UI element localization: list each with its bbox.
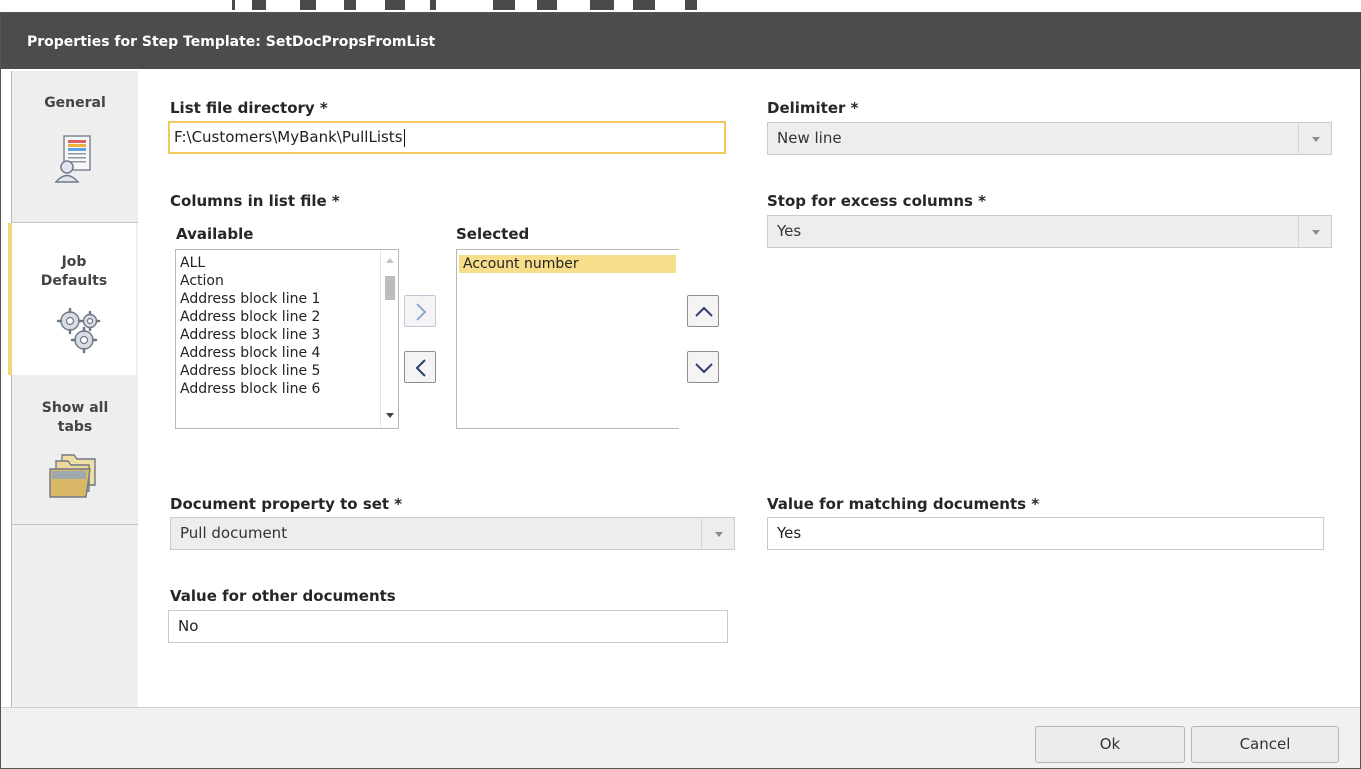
list-item[interactable]: ALL: [176, 254, 398, 272]
other-value-input[interactable]: No: [168, 610, 728, 643]
chevron-down-icon: [1298, 123, 1331, 154]
app-toolbar-strip: [0, 0, 1361, 12]
chevron-right-icon: [416, 303, 427, 321]
scroll-up-icon[interactable]: [386, 258, 394, 263]
chevron-left-icon: [415, 359, 426, 377]
other-value-label: Value for other documents: [170, 587, 396, 605]
available-columns-list[interactable]: ALL Action Address block line 1 Address …: [175, 249, 399, 429]
columns-label: Columns in list file *: [170, 192, 340, 210]
tab-job-defaults[interactable]: Job Defaults: [8, 223, 136, 375]
document-property-label: Document property to set *: [170, 495, 403, 513]
tab-show-all-tabs[interactable]: Show all tabs: [12, 375, 138, 525]
list-item[interactable]: Address block line 3: [176, 326, 398, 344]
ok-button[interactable]: Ok: [1035, 726, 1185, 763]
list-item[interactable]: Address block line 6: [176, 380, 398, 398]
tab-job-defaults-label: Job Defaults: [40, 254, 108, 289]
cancel-button[interactable]: Cancel: [1191, 726, 1339, 763]
list-item[interactable]: Address block line 5: [176, 362, 398, 380]
scroll-down-icon[interactable]: [386, 413, 394, 418]
list-file-directory-input[interactable]: F:\Customers\MyBank\PullLists: [168, 121, 726, 154]
move-down-button[interactable]: [687, 351, 719, 383]
list-file-directory-label: List file directory *: [170, 99, 328, 117]
properties-dialog: Properties for Step Template: SetDocProp…: [0, 12, 1361, 769]
text-caret: [403, 128, 405, 147]
stop-excess-columns-select[interactable]: Yes: [767, 215, 1332, 248]
delimiter-label: Delimiter *: [767, 99, 859, 117]
available-label: Available: [176, 225, 254, 243]
list-item[interactable]: Address block line 1: [176, 290, 398, 308]
dialog-footer: Ok Cancel: [1, 707, 1360, 768]
list-item[interactable]: Address block line 4: [176, 344, 398, 362]
chevron-down-icon: [1298, 216, 1331, 247]
tab-show-all-tabs-label: Show all tabs: [41, 400, 109, 435]
document-user-icon: [54, 133, 98, 189]
tab-general[interactable]: General: [12, 71, 138, 223]
available-list-scrollbar[interactable]: [380, 250, 398, 428]
list-item[interactable]: Address block line 2: [176, 308, 398, 326]
dialog-title: Properties for Step Template: SetDocProp…: [1, 13, 1361, 69]
chevron-up-icon: [695, 306, 713, 317]
scroll-thumb[interactable]: [385, 276, 395, 300]
delimiter-select[interactable]: New line: [767, 122, 1332, 155]
selected-label: Selected: [456, 225, 530, 243]
folders-icon: [48, 451, 100, 503]
document-property-select[interactable]: Pull document: [170, 517, 735, 550]
tab-panel: General Job Defaults Show all tabs: [8, 71, 138, 707]
stop-excess-columns-label: Stop for excess columns *: [767, 192, 987, 210]
list-item[interactable]: Account number: [459, 255, 676, 273]
matching-value-input[interactable]: Yes: [767, 517, 1324, 550]
add-column-button[interactable]: [404, 295, 436, 327]
tab-general-label: General: [44, 95, 106, 111]
move-up-button[interactable]: [687, 295, 719, 327]
remove-column-button[interactable]: [404, 351, 436, 383]
list-item[interactable]: Action: [176, 272, 398, 290]
matching-value-label: Value for matching documents *: [767, 495, 1040, 513]
chevron-down-icon: [701, 518, 734, 549]
selected-columns-list[interactable]: Account number: [456, 249, 679, 429]
gears-icon: [56, 307, 104, 359]
chevron-down-icon: [695, 363, 713, 374]
